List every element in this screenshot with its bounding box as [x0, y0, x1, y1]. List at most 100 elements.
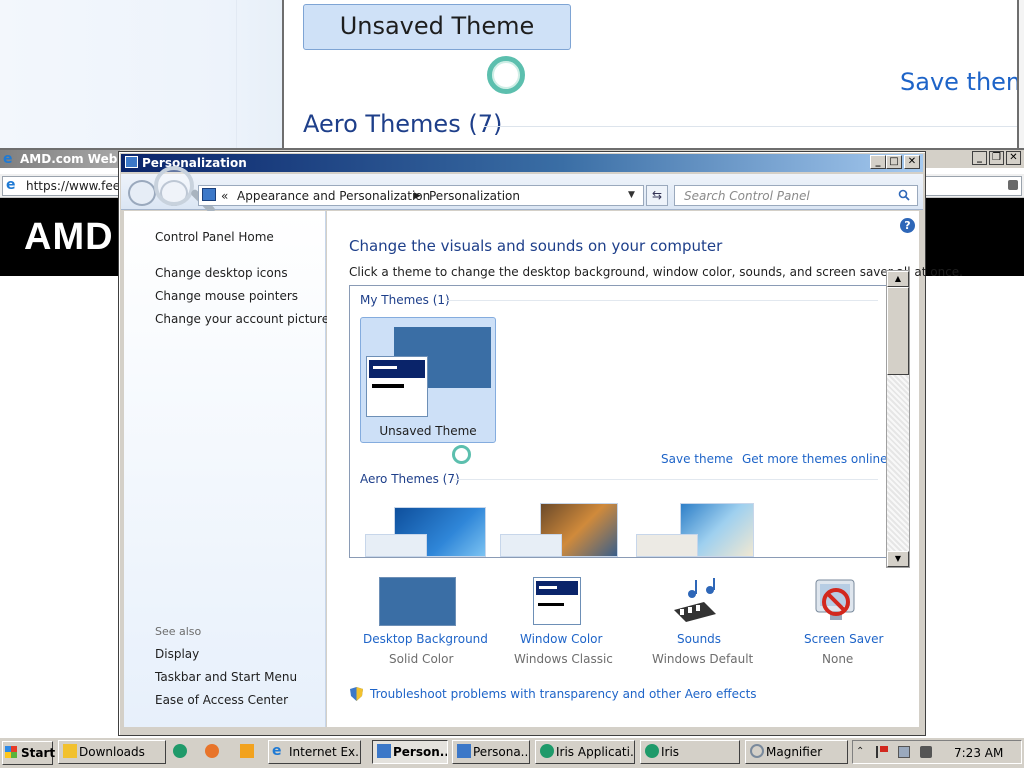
- display-link[interactable]: Display: [155, 647, 199, 661]
- browser-restore-button[interactable]: ❐: [989, 151, 1004, 165]
- change-account-picture-link[interactable]: Change your account picture: [155, 312, 329, 326]
- window-color-link[interactable]: Window Color: [520, 632, 602, 646]
- save-theme-link[interactable]: Save theme: [661, 452, 733, 466]
- change-mouse-pointers-link[interactable]: Change mouse pointers: [155, 289, 298, 303]
- taskbar-label: Person...: [393, 745, 448, 759]
- taskbar-label: Magnifier: [766, 745, 823, 759]
- magnified-pane-edge: [236, 0, 237, 148]
- screen-saver-value: None: [822, 652, 854, 666]
- breadcrumb-control-panel-icon: [202, 188, 216, 201]
- sounds-icon[interactable]: [670, 576, 722, 626]
- theme-name: Unsaved Theme: [379, 424, 477, 438]
- magnified-theme-tile: Unsaved Theme: [303, 4, 571, 50]
- screen-saver-icon[interactable]: [810, 576, 862, 626]
- shield-icon: [350, 687, 363, 701]
- browser-url-text: https://www.feed: [26, 179, 128, 193]
- volume-muted-icon[interactable]: [920, 746, 932, 758]
- aero-theme-preview-window-2: [500, 534, 562, 557]
- quick-launch-iris-icon[interactable]: [173, 744, 187, 758]
- breadcrumb-personalization[interactable]: Personalization: [429, 189, 520, 203]
- desktop-background-value: Solid Color: [389, 652, 454, 666]
- amd-logo: AMD: [24, 216, 114, 258]
- taskbar-label: Iris Applicati...: [556, 745, 635, 759]
- breadcrumb-separator-icon: ▶: [414, 191, 421, 201]
- media-player-icon[interactable]: [240, 744, 254, 758]
- get-more-themes-link[interactable]: Get more themes online: [742, 452, 888, 466]
- control-panel-icon: [125, 156, 138, 168]
- aero-theme-preview-window: [365, 534, 427, 557]
- control-panel-icon-2: [457, 744, 471, 758]
- iris-icon-2: [645, 744, 659, 758]
- clock[interactable]: 7:23 AM: [954, 746, 1003, 760]
- magnifier-icon: [750, 744, 764, 758]
- window-color-text-line: [538, 603, 564, 606]
- windows-logo-icon: [5, 746, 17, 758]
- theme-preview-title-line: [373, 366, 397, 369]
- theme-preview-text-line: [372, 384, 404, 388]
- page-title: Change the visuals and sounds on your co…: [349, 237, 723, 255]
- change-desktop-icons-link[interactable]: Change desktop icons: [155, 266, 288, 280]
- show-hidden-icons-icon[interactable]: ⌃: [856, 746, 868, 758]
- magnifier-lens-icon[interactable]: [154, 166, 194, 206]
- sounds-link[interactable]: Sounds: [677, 632, 721, 646]
- aero-themes-divider: [452, 479, 878, 480]
- network-icon[interactable]: [898, 746, 910, 758]
- see-also-heading: See also: [155, 625, 202, 638]
- magnifier-view: Unsaved Theme Save theme Aero Themes (7): [0, 0, 1024, 150]
- control-panel-icon: [377, 744, 391, 758]
- scroll-up-button[interactable]: ▲: [887, 271, 909, 287]
- close-button[interactable]: ✕: [904, 155, 920, 169]
- folder-icon: [63, 744, 77, 758]
- taskbar-start-menu-link[interactable]: Taskbar and Start Menu: [155, 670, 297, 684]
- magnified-aero-themes-label: Aero Themes (7): [303, 110, 503, 138]
- breadcrumb-overflow[interactable]: «: [221, 189, 228, 203]
- aero-themes-label: Aero Themes (7): [360, 472, 460, 486]
- taskbar-ie-icon: e: [272, 743, 282, 759]
- sounds-value: Windows Default: [652, 652, 754, 666]
- action-center-flag-icon[interactable]: [876, 746, 888, 758]
- ie-icon: e: [3, 151, 13, 167]
- taskbar-label: Iris: [661, 745, 680, 759]
- scroll-down-button[interactable]: ▼: [887, 551, 909, 567]
- breadcrumb-dropdown-icon[interactable]: ▼: [628, 190, 635, 200]
- magnified-group-line: [484, 126, 1017, 127]
- screen-saver-link[interactable]: Screen Saver: [804, 632, 883, 646]
- taskbar-label: Downloads: [79, 745, 145, 759]
- ie-page-icon: e: [6, 177, 16, 193]
- magnified-scroll-edge: [1017, 0, 1024, 148]
- magnified-save-theme: Save theme: [900, 68, 1024, 96]
- breadcrumb-appearance[interactable]: Appearance and Personalization: [237, 189, 430, 203]
- browser-minimize-button[interactable]: _: [972, 151, 987, 165]
- window-title: Personalization: [142, 156, 247, 170]
- search-placeholder: Search Control Panel: [684, 189, 810, 203]
- iris-icon: [540, 744, 554, 758]
- maximize-button[interactable]: □: [886, 155, 902, 169]
- desktop-background-link[interactable]: Desktop Background: [363, 632, 488, 646]
- lock-icon: [1008, 180, 1018, 190]
- busy-cursor-icon: [452, 445, 471, 464]
- scroll-thumb[interactable]: [887, 287, 909, 375]
- minimize-button[interactable]: _: [870, 155, 886, 169]
- refresh-button[interactable]: ⇆: [646, 185, 668, 206]
- search-icon[interactable]: [898, 189, 910, 201]
- magnified-divider: [282, 0, 284, 148]
- ease-of-access-link[interactable]: Ease of Access Center: [155, 693, 288, 707]
- browser-close-button[interactable]: ✕: [1006, 151, 1021, 165]
- firefox-icon[interactable]: [205, 744, 219, 758]
- back-button[interactable]: [128, 180, 156, 206]
- my-themes-divider: [445, 300, 878, 301]
- desktop-background-icon[interactable]: [379, 577, 456, 626]
- theme-preview-titlebar: [369, 360, 425, 378]
- my-themes-label: My Themes (1): [360, 293, 450, 307]
- taskbar-label: Internet Ex...: [289, 745, 361, 759]
- page-description: Click a theme to change the desktop back…: [349, 265, 963, 279]
- troubleshoot-link[interactable]: Troubleshoot problems with transparency …: [370, 687, 757, 701]
- magnified-busy-cursor-icon: [487, 56, 525, 94]
- window-color-value: Windows Classic: [514, 652, 613, 666]
- aero-theme-preview-window-3: [636, 534, 698, 557]
- help-icon[interactable]: ?: [900, 218, 915, 233]
- magnified-left-pane: [0, 0, 282, 148]
- taskbar-internet-explorer[interactable]: Internet Ex...: [268, 740, 361, 764]
- control-panel-home-link[interactable]: Control Panel Home: [155, 230, 274, 244]
- window-color-title-line: [539, 586, 557, 589]
